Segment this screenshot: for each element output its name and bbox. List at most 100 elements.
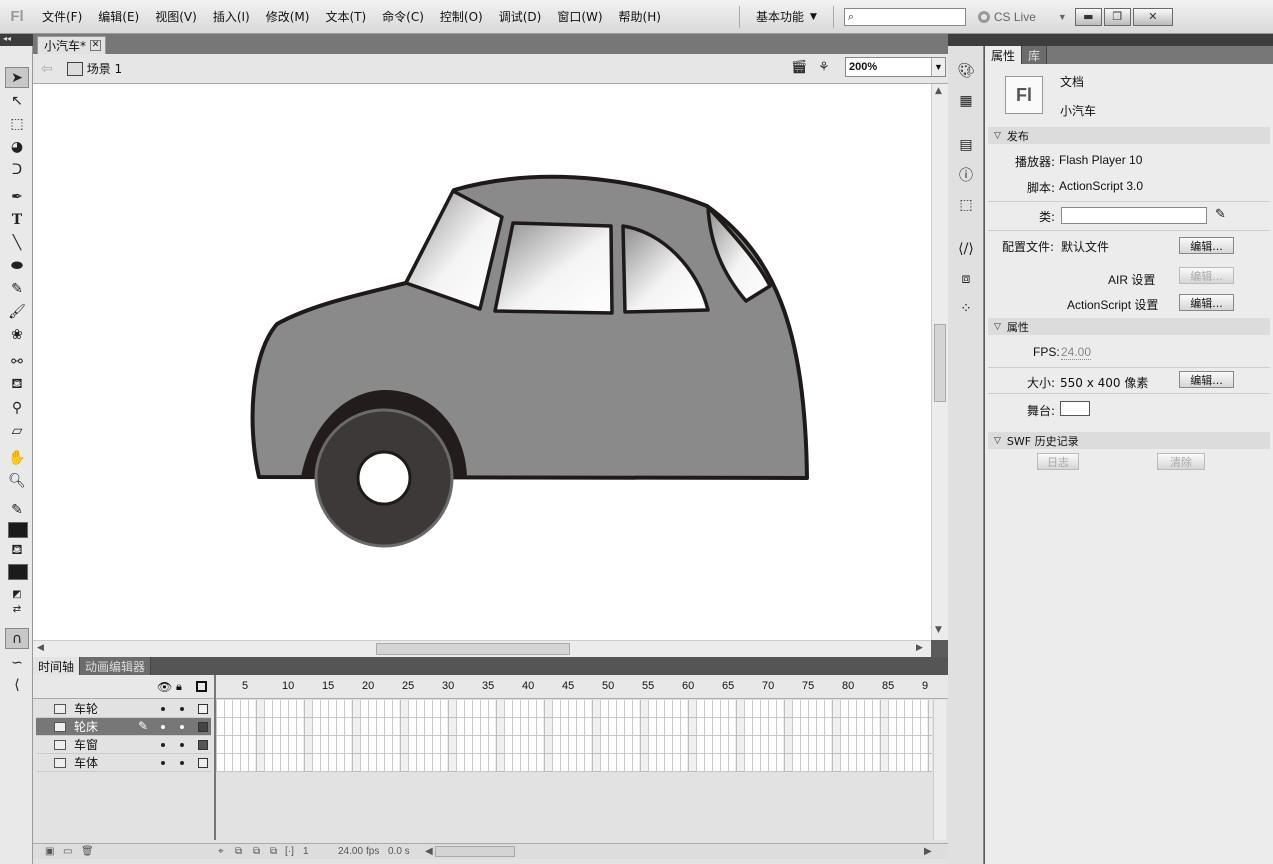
menu-debug[interactable]: 调试(D) (491, 8, 550, 25)
outline-color-box[interactable] (198, 704, 208, 714)
transform-panel-icon[interactable]: ⬚ (957, 196, 975, 214)
visibility-dot[interactable] (161, 761, 165, 765)
edit-size-button[interactable]: 编辑... (1179, 371, 1234, 388)
scroll-right-icon[interactable]: ▶ (924, 846, 932, 857)
stage-canvas[interactable] (33, 84, 931, 640)
tools-panel-header[interactable]: ◂◂ (0, 34, 33, 46)
menu-text[interactable]: 文本(T) (317, 8, 374, 25)
clear-button[interactable]: 清除 (1157, 453, 1205, 470)
edit-symbols-icon[interactable]: ⚘ (818, 60, 840, 78)
vertical-scroll-thumb[interactable] (934, 324, 946, 402)
new-layer-icon[interactable]: ▣ (45, 846, 54, 857)
fill-color-swatch[interactable] (8, 564, 28, 580)
oval-tool[interactable]: ⬬ (5, 255, 29, 276)
menu-window[interactable]: 窗口(W) (549, 8, 610, 25)
eyedropper-tool[interactable]: ⚲ (5, 397, 29, 418)
timeline-vertical-scrollbar[interactable] (933, 700, 946, 840)
color-palette-icon[interactable]: 🎨︎ (957, 62, 975, 80)
scroll-left-icon[interactable]: ◀ (425, 846, 433, 857)
section-publish[interactable]: ▽ 发布 (988, 127, 1270, 144)
zoom-tool[interactable]: 🔍︎ (5, 470, 29, 491)
stage-color-swatch[interactable] (1060, 401, 1090, 416)
zoom-select[interactable]: 200% ▼ (845, 57, 946, 77)
menu-modify[interactable]: 修改(M) (258, 8, 318, 25)
outline-color-box[interactable] (198, 740, 208, 750)
lasso-tool[interactable]: ᑐ (5, 159, 29, 180)
menu-insert[interactable]: 插入(I) (205, 8, 258, 25)
layer-row[interactable]: 车体 (36, 754, 211, 772)
section-swf-history[interactable]: ▽ SWF 历史记录 (988, 432, 1270, 449)
playhead[interactable] (214, 675, 216, 840)
motion-presets-icon[interactable]: ⁘ (957, 300, 975, 318)
frame-grid[interactable] (216, 700, 932, 772)
outline-icon[interactable] (196, 681, 207, 692)
pen-tool[interactable]: ✒ (5, 186, 29, 207)
dock-header[interactable] (948, 34, 1273, 46)
document-tab[interactable]: 小汽车* ✕ (37, 36, 107, 54)
horizontal-scroll-thumb[interactable] (376, 643, 570, 655)
tab-library[interactable]: 库 (1022, 46, 1048, 64)
hand-tool[interactable]: ✋ (5, 447, 29, 468)
visibility-dot[interactable] (161, 707, 165, 711)
menu-view[interactable]: 视图(V) (147, 8, 205, 25)
eraser-tool[interactable]: ▱ (5, 420, 29, 441)
section-properties[interactable]: ▽ 属性 (988, 318, 1270, 335)
text-tool[interactable]: T (5, 209, 29, 230)
close-button[interactable]: ✕ (1132, 7, 1173, 26)
menu-commands[interactable]: 命令(C) (374, 8, 432, 25)
deco-tool[interactable]: ❀ (5, 324, 29, 345)
smooth-button[interactable]: ∽ (5, 652, 29, 673)
swatches-grid-icon[interactable]: ▦ (957, 92, 975, 110)
tab-properties[interactable]: 属性 (985, 46, 1023, 64)
minimize-button[interactable]: ▬ (1074, 7, 1102, 26)
close-tab-icon[interactable]: ✕ (90, 40, 102, 51)
layer-row[interactable]: 轮床 ✎ (36, 718, 211, 736)
swap-colors-button[interactable]: ⇄ (5, 599, 29, 620)
cs-live-button[interactable]: CS Live ▼ (977, 10, 1067, 24)
lock-dot[interactable] (180, 725, 184, 729)
stroke-color-swatch[interactable] (8, 522, 28, 538)
fps-input[interactable]: 24.00 (1061, 345, 1092, 360)
selection-tool[interactable]: ➤ (5, 67, 29, 88)
lock-icon[interactable]: 🔒︎ (176, 680, 182, 694)
menu-control[interactable]: 控制(O) (432, 8, 491, 25)
stage-vertical-scrollbar[interactable]: ▲ ▼ (931, 84, 948, 640)
edit-profile-button[interactable]: 编辑... (1179, 237, 1234, 254)
align-icon[interactable]: ▤ (957, 136, 975, 154)
new-folder-icon[interactable]: ▭ (63, 846, 72, 857)
info-icon[interactable]: ⓘ (957, 166, 975, 184)
onion-skin-icon[interactable]: ⧉ (235, 846, 242, 857)
stage-horizontal-scrollbar[interactable]: ◀ ▶ (33, 640, 931, 657)
pencil-tool[interactable]: ✎ (5, 278, 29, 299)
subselection-tool[interactable]: ↖ (5, 90, 29, 111)
pencil-icon[interactable]: ✎ (1215, 207, 1226, 222)
scroll-up-icon[interactable]: ▲ (935, 86, 942, 96)
onion-markers-icon[interactable]: [·] (285, 846, 294, 857)
menu-edit[interactable]: 编辑(E) (90, 8, 147, 25)
search-input[interactable]: ⌕ (843, 7, 966, 26)
edit-actionscript-button[interactable]: 编辑... (1179, 294, 1234, 311)
paint-bucket-tool[interactable]: ⛾ (5, 374, 29, 395)
3d-rotation-tool[interactable]: ◕ (5, 136, 29, 157)
outline-color-box[interactable] (198, 722, 208, 732)
straighten-button[interactable]: ⟨ (5, 674, 29, 695)
fps-value[interactable]: 24.00 (338, 846, 363, 857)
workspace-switcher[interactable]: 基本功能 ▼ (746, 8, 827, 25)
timeline-hscroll-thumb[interactable] (435, 846, 515, 857)
scroll-left-icon[interactable]: ◀ (37, 643, 44, 653)
bone-tool[interactable]: ⚯ (5, 351, 29, 372)
snap-to-objects-button[interactable]: ∩ (5, 628, 29, 649)
layer-row[interactable]: 车轮 (36, 700, 211, 718)
lock-dot[interactable] (180, 761, 184, 765)
tab-timeline[interactable]: 时间轴 (33, 657, 81, 675)
line-tool[interactable]: ╲ (5, 232, 29, 253)
menu-file[interactable]: 文件(F) (34, 8, 90, 25)
brush-tool[interactable]: 🖌 (5, 301, 29, 322)
menu-help[interactable]: 帮助(H) (611, 8, 669, 25)
free-transform-tool[interactable]: ⬚ (5, 113, 29, 134)
lock-dot[interactable] (180, 707, 184, 711)
components-icon[interactable]: ⧈ (957, 270, 975, 288)
layer-row[interactable]: 车窗 (36, 736, 211, 754)
scene-label[interactable]: 场景 1 (87, 60, 122, 77)
center-frame-icon[interactable]: ⌖ (218, 846, 224, 857)
